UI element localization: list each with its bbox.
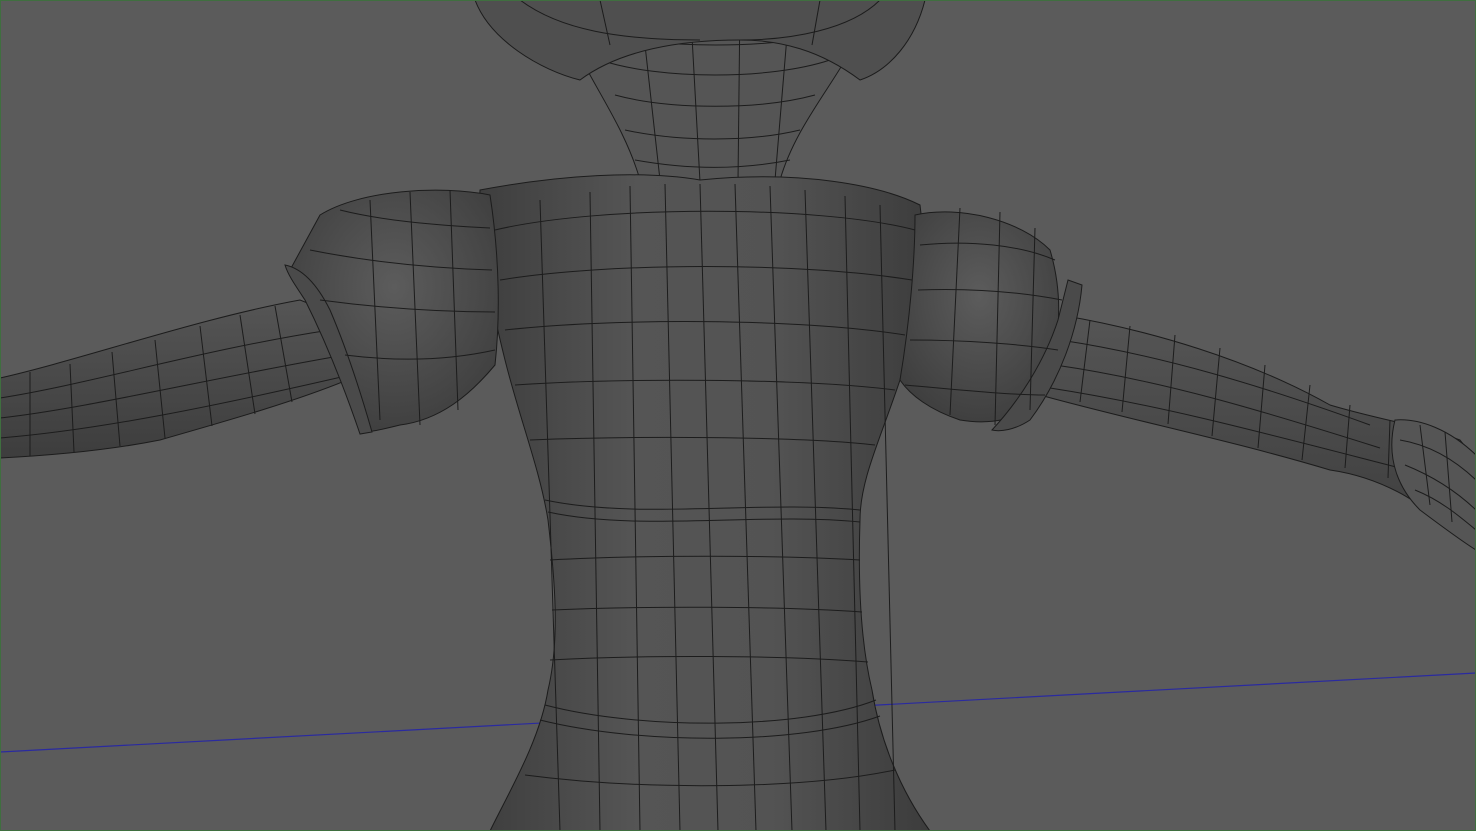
3d-viewport[interactable] xyxy=(0,0,1476,831)
viewport-canvas[interactable] xyxy=(0,0,1476,831)
